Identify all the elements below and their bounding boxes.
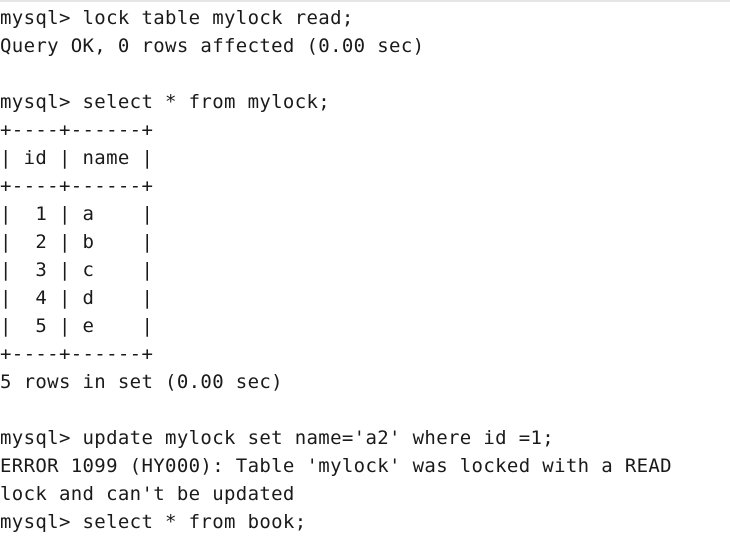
command-line-lock: mysql> lock table mylock read; [0, 7, 354, 29]
command-line-update: mysql> update mylock set name='a2' where… [0, 427, 555, 449]
table-row: | 2 | b | [0, 231, 154, 253]
table-row: | 1 | a | [0, 203, 154, 225]
table-border-top: +----+------+ [0, 119, 154, 141]
table-row: | 3 | c | [0, 259, 154, 281]
error-line: ERROR 1099 (HY000): Table 'mylock' was l… [0, 455, 672, 477]
output-line-query-ok: Query OK, 0 rows affected (0.00 sec) [0, 35, 425, 57]
table-border-bottom: +----+------+ [0, 343, 154, 365]
table-border-header: +----+------+ [0, 175, 154, 197]
table-row: | 4 | d | [0, 287, 154, 309]
command-line-select: mysql> select * from mylock; [0, 91, 331, 113]
output-line-row-count: 5 rows in set (0.00 sec) [0, 371, 283, 393]
error-line-continued: lock and can't be updated [0, 483, 295, 505]
command-line-select-book: mysql> select * from book; [0, 511, 307, 533]
terminal-window[interactable]: mysql> lock table mylock read; Query OK,… [0, 0, 730, 541]
table-header-row: | id | name | [0, 147, 154, 169]
window-top-border [0, 0, 730, 2]
table-row: | 5 | e | [0, 315, 154, 337]
